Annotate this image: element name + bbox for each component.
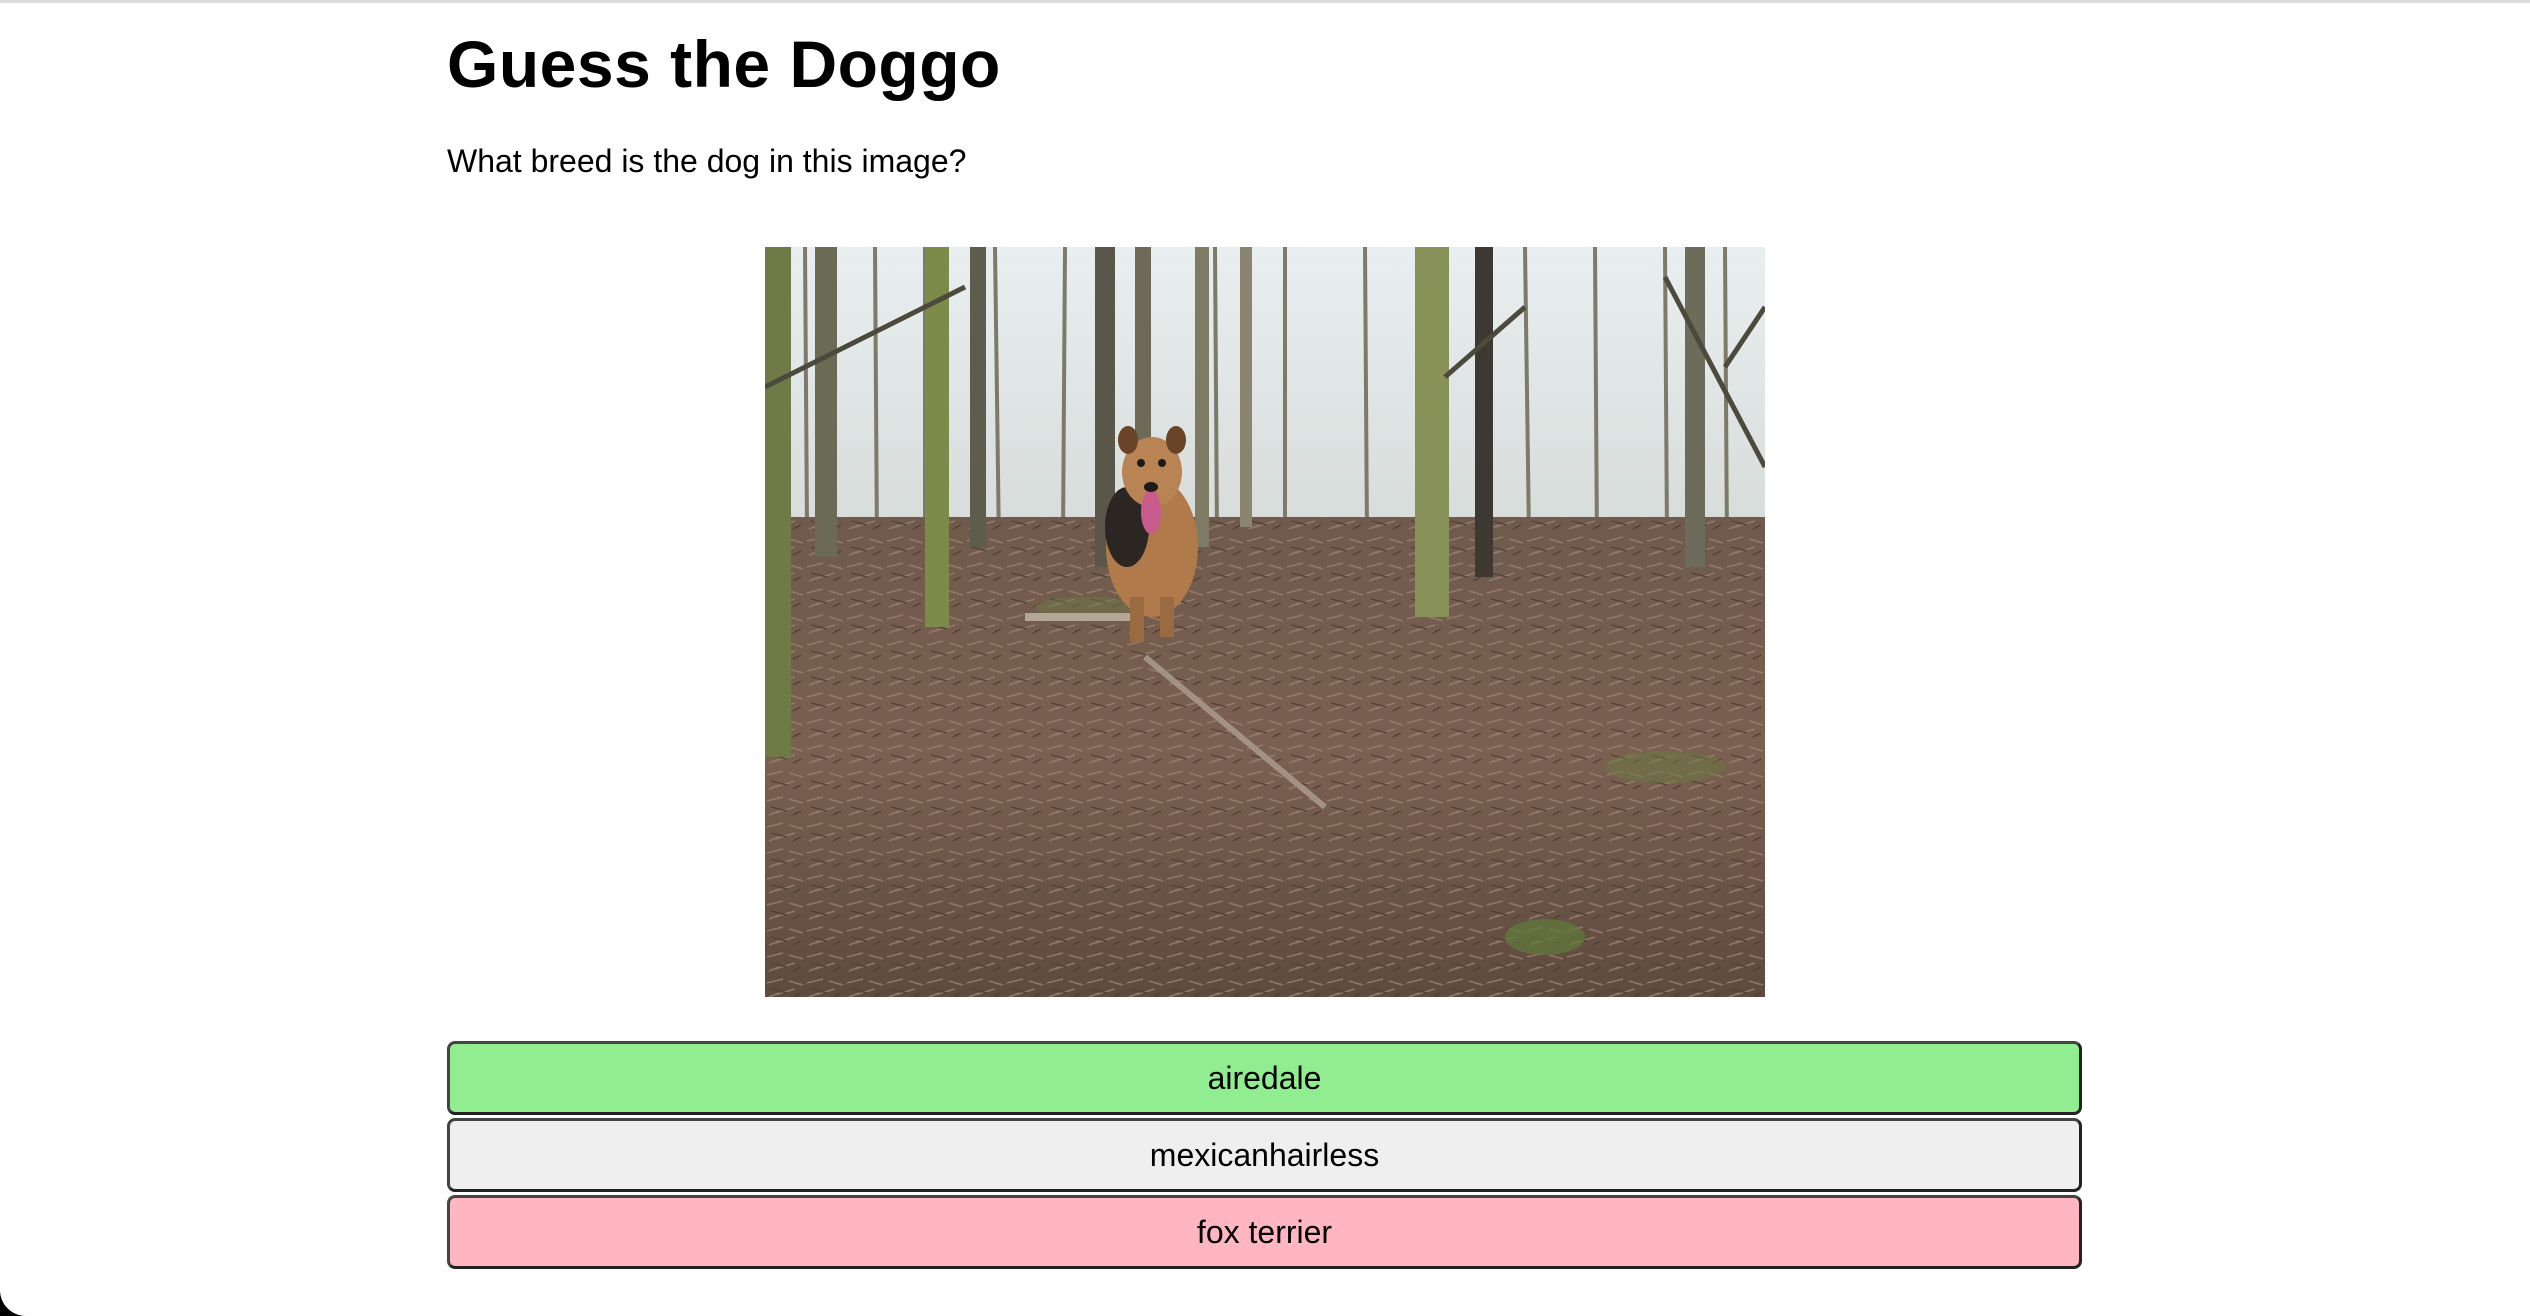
top-border bbox=[0, 0, 2530, 3]
window-corner bbox=[0, 1290, 26, 1316]
choice-button-airedale[interactable]: airedale bbox=[447, 1041, 2082, 1115]
choice-button-fox-terrier[interactable]: fox terrier bbox=[447, 1195, 2082, 1269]
question-text: What breed is the dog in this image? bbox=[447, 143, 967, 179]
page-title: Guess the Doggo bbox=[447, 27, 1001, 101]
answer-choices: airedale mexicanhairless fox terrier bbox=[447, 1041, 2082, 1272]
dog-photo bbox=[765, 247, 1765, 997]
choice-button-mexicanhairless[interactable]: mexicanhairless bbox=[447, 1118, 2082, 1192]
